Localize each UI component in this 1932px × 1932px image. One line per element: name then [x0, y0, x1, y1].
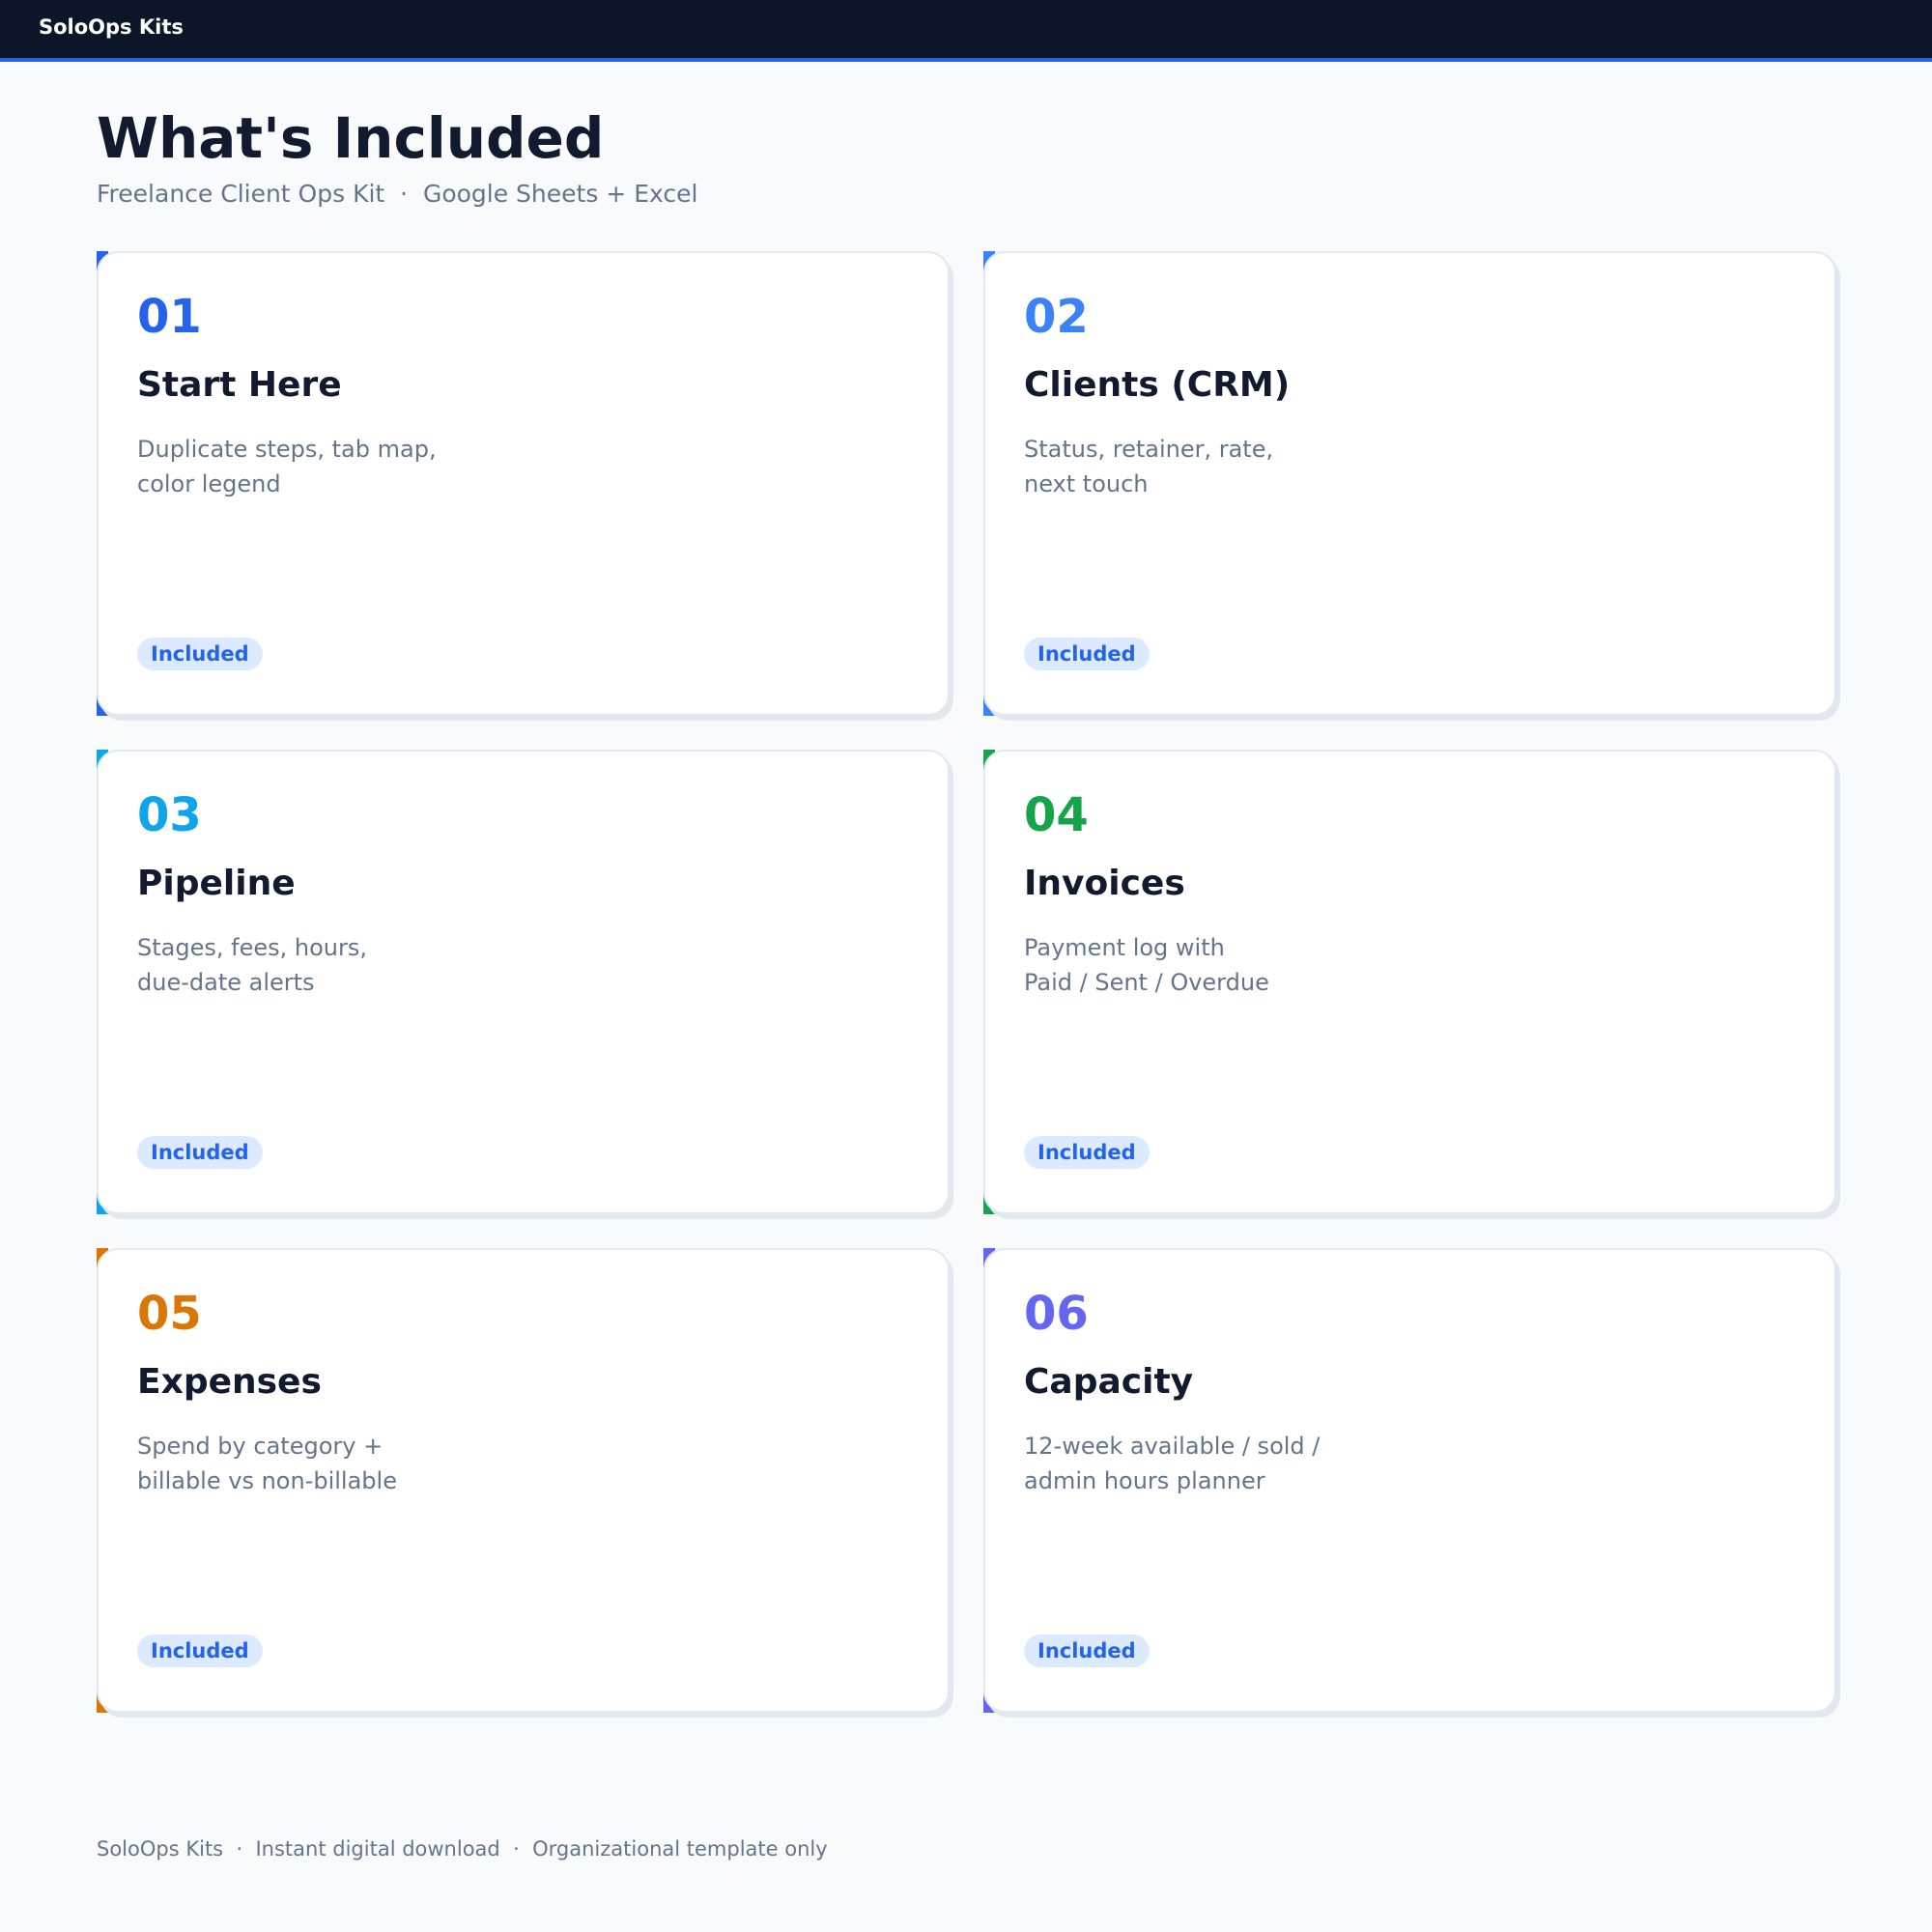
- card-description-line: next touch: [1024, 470, 1149, 497]
- footer-text: SoloOps Kits · Instant digital download …: [97, 1837, 828, 1861]
- card-description: Status, retainer, rate, next touch: [1024, 432, 1430, 501]
- card-description: Duplicate steps, tab map, color legend: [137, 432, 543, 501]
- card-invoices: 04 Invoices Payment log with Paid / Sent…: [983, 750, 1836, 1214]
- card-start-here: 01 Start Here Duplicate steps, tab map, …: [97, 251, 950, 716]
- top-bar: SoloOps Kits: [0, 0, 1932, 62]
- card-description: 12-week available / sold / admin hours p…: [1024, 1429, 1430, 1498]
- included-badge: Included: [1024, 1634, 1150, 1667]
- card-pipeline: 03 Pipeline Stages, fees, hours, due-dat…: [97, 750, 950, 1214]
- card-title: Start Here: [137, 365, 342, 405]
- page-title: What's Included: [97, 105, 605, 171]
- card-description: Spend by category + billable vs non-bill…: [137, 1429, 543, 1498]
- card-number: 05: [137, 1287, 202, 1341]
- card-title: Expenses: [137, 1362, 322, 1402]
- included-badge: Included: [137, 638, 263, 670]
- card-number: 01: [137, 290, 202, 344]
- card-number: 03: [137, 788, 202, 842]
- card-title: Capacity: [1024, 1362, 1194, 1402]
- card-description-line: Status, retainer, rate,: [1024, 436, 1274, 463]
- card-description-line: 12-week available / sold /: [1024, 1433, 1321, 1460]
- card-description-line: due-date alerts: [137, 969, 315, 996]
- card-title: Invoices: [1024, 864, 1185, 903]
- card-number: 02: [1024, 290, 1089, 344]
- card-title: Clients (CRM): [1024, 365, 1291, 405]
- included-badge: Included: [1024, 1136, 1150, 1169]
- card-description-line: Paid / Sent / Overdue: [1024, 969, 1269, 996]
- card-description-line: Duplicate steps, tab map,: [137, 436, 437, 463]
- card-description-line: Stages, fees, hours,: [137, 934, 367, 961]
- card-clients-crm: 02 Clients (CRM) Status, retainer, rate,…: [983, 251, 1836, 716]
- card-description-line: admin hours planner: [1024, 1467, 1265, 1494]
- card-description: Stages, fees, hours, due-date alerts: [137, 930, 543, 1000]
- card-number: 04: [1024, 788, 1089, 842]
- brand-name[interactable]: SoloOps Kits: [39, 15, 184, 39]
- card-number: 06: [1024, 1287, 1089, 1341]
- card-expenses: 05 Expenses Spend by category + billable…: [97, 1248, 950, 1713]
- included-badge: Included: [1024, 638, 1150, 670]
- card-description-line: color legend: [137, 470, 281, 497]
- page-subtitle: Freelance Client Ops Kit · Google Sheets…: [97, 180, 698, 208]
- card-description-line: billable vs non-billable: [137, 1467, 397, 1494]
- card-description: Payment log with Paid / Sent / Overdue: [1024, 930, 1430, 1000]
- card-description-line: Spend by category +: [137, 1433, 384, 1460]
- card-description-line: Payment log with: [1024, 934, 1225, 961]
- card-capacity: 06 Capacity 12-week available / sold / a…: [983, 1248, 1836, 1713]
- card-title: Pipeline: [137, 864, 296, 903]
- included-badge: Included: [137, 1136, 263, 1169]
- included-badge: Included: [137, 1634, 263, 1667]
